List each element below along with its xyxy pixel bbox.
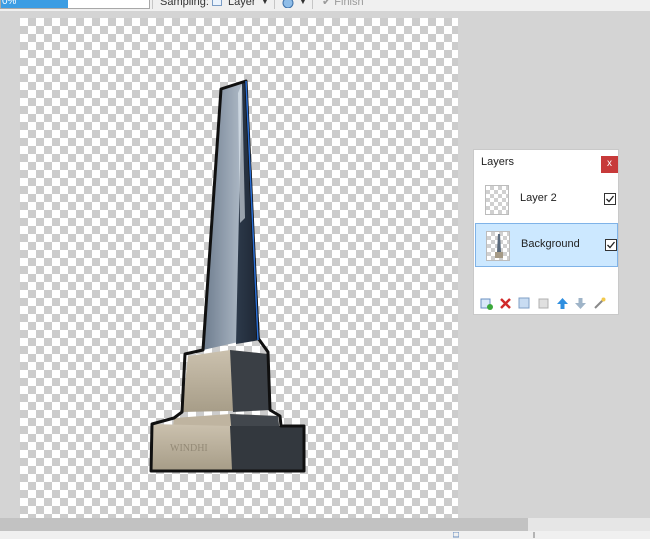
image-size-icon	[453, 532, 459, 538]
layer-thumbnail	[485, 185, 509, 215]
selection-mode-dropdown-icon[interactable]: ▼	[299, 0, 307, 9]
layer-visibility-checkbox[interactable]	[605, 239, 617, 251]
move-layer-up-icon[interactable]	[556, 297, 569, 310]
layer-row-background[interactable]: Background	[475, 223, 618, 267]
tolerance-value: 0%	[2, 0, 17, 7]
sampling-layer-icon	[212, 0, 222, 6]
finish-label: Finish	[334, 0, 364, 8]
close-icon: x	[607, 158, 612, 169]
obelisk-thumbnail-icon	[495, 234, 503, 258]
checkmark-icon	[606, 195, 615, 203]
sampling-dropdown-icon[interactable]: ▼	[261, 0, 269, 9]
layers-toolbar	[480, 297, 618, 311]
tolerance-slider[interactable]: 0%	[0, 0, 150, 9]
cursor-position-icon	[533, 532, 535, 538]
selection-mode-icon[interactable]	[281, 0, 295, 8]
status-bar	[0, 531, 650, 539]
horizontal-scrollbar[interactable]	[0, 518, 650, 531]
obelisk-image: WINDHI	[149, 79, 306, 473]
move-layer-down-icon[interactable]	[574, 297, 587, 310]
delete-layer-icon[interactable]	[499, 297, 512, 310]
layers-panel-title: Layers	[481, 156, 515, 168]
checkmark-icon: ✔	[322, 0, 332, 8]
checkmark-icon	[607, 241, 616, 249]
image-canvas[interactable]: WINDHI	[20, 18, 458, 518]
merge-layer-down-icon[interactable]	[537, 297, 550, 310]
toolbar-separator	[152, 0, 153, 9]
svg-text:WINDHI: WINDHI	[170, 443, 208, 454]
toolbar-separator	[274, 0, 275, 9]
layer-row-layer-2[interactable]: Layer 2	[475, 178, 618, 222]
layer-name: Layer 2	[520, 192, 557, 204]
finish-button[interactable]: ✔ Finish	[322, 0, 364, 9]
layer-thumbnail	[486, 231, 510, 261]
toolbar-separator	[312, 0, 313, 9]
layer-properties-icon[interactable]	[593, 297, 606, 310]
duplicate-layer-icon[interactable]	[518, 297, 531, 310]
sampling-label: Sampling:	[160, 0, 209, 8]
sampling-value[interactable]: Layer	[228, 0, 256, 9]
close-button[interactable]: x	[601, 156, 618, 173]
add-layer-icon[interactable]	[480, 297, 493, 310]
layers-panel: Layers x Layer 2 Background	[473, 149, 619, 315]
layer-visibility-checkbox[interactable]	[604, 193, 616, 205]
scrollbar-thumb[interactable]	[0, 518, 528, 531]
layer-name: Background	[521, 238, 580, 250]
toolbar: 0% Sampling: Layer ▼ ▼ ✔ Finish	[0, 0, 650, 11]
